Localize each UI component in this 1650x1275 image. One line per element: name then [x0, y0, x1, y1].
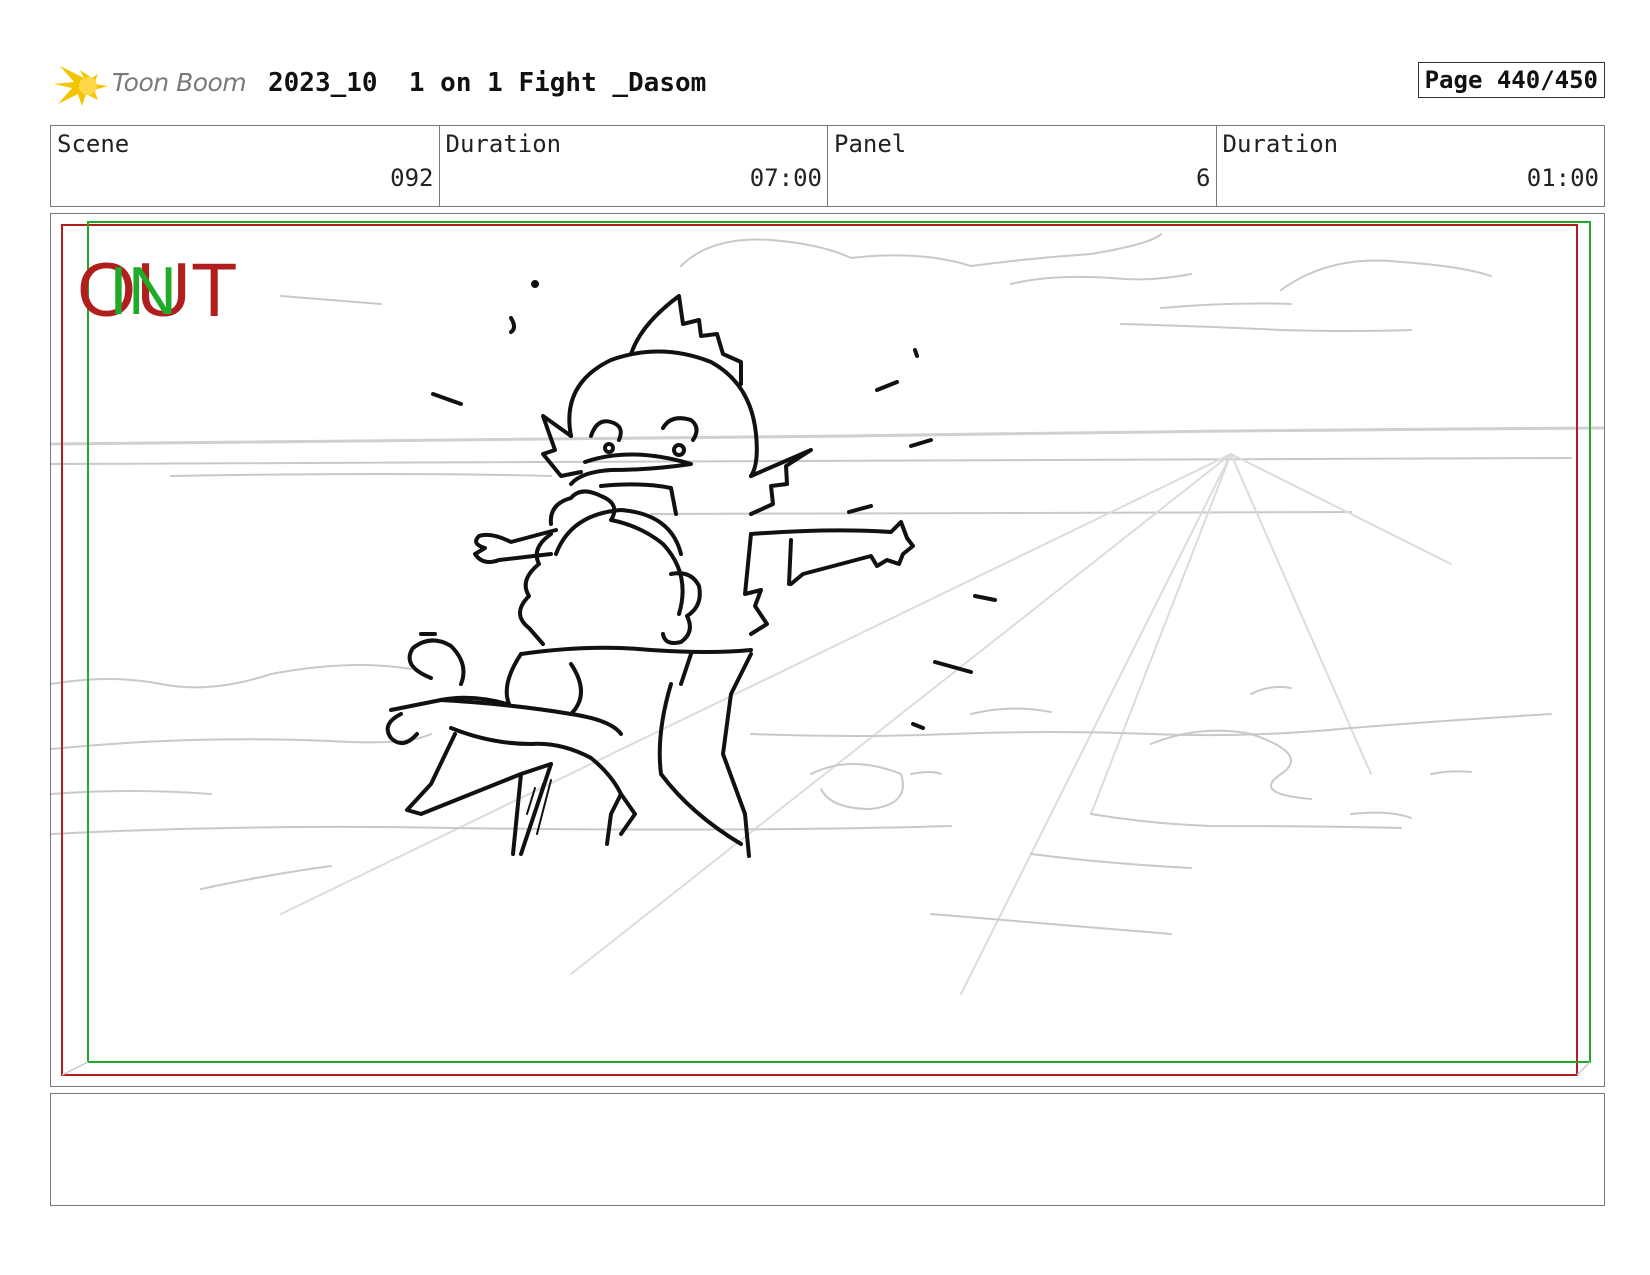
panel-duration-cell: Duration 01:00 — [1215, 126, 1605, 206]
scene-duration-cell: Duration 07:00 — [438, 126, 828, 206]
panel-value: 6 — [1196, 164, 1211, 192]
scene-duration-value: 07:00 — [749, 164, 822, 192]
panel-label: Panel — [834, 130, 907, 158]
scene-info-table: Scene 092 Duration 07:00 Panel 6 Duratio… — [50, 125, 1605, 207]
panel-cell: Panel 6 — [827, 126, 1216, 206]
page-header: Toon Boom 2023_10 1 on 1 Fight _Dasom Pa… — [50, 56, 1605, 112]
background-sketch — [51, 233, 1604, 995]
toon-boom-sun-icon — [54, 66, 108, 106]
scene-label: Scene — [57, 130, 130, 158]
toon-boom-logo: Toon Boom — [54, 56, 254, 112]
panel-duration-label: Duration — [1222, 130, 1339, 158]
logo-text: Toon Boom — [112, 68, 247, 97]
out-frame — [61, 224, 1578, 1076]
scene-cell: Scene 092 — [51, 126, 439, 206]
panel-drawing: OUT IN — [51, 221, 1604, 1076]
project-title: 2023_10 1 on 1 Fight _Dasom — [268, 68, 707, 98]
storyboard-panel: OUT IN — [50, 213, 1605, 1087]
in-label: IN — [109, 253, 177, 329]
panel-notes-box[interactable] — [50, 1093, 1605, 1206]
scene-duration-label: Duration — [445, 130, 562, 158]
panel-duration-value: 01:00 — [1526, 164, 1599, 192]
in-frame — [87, 221, 1591, 1063]
page-indicator: Page 440/450 — [1417, 62, 1605, 98]
character-sketch — [385, 280, 997, 858]
scene-value: 092 — [390, 164, 434, 192]
